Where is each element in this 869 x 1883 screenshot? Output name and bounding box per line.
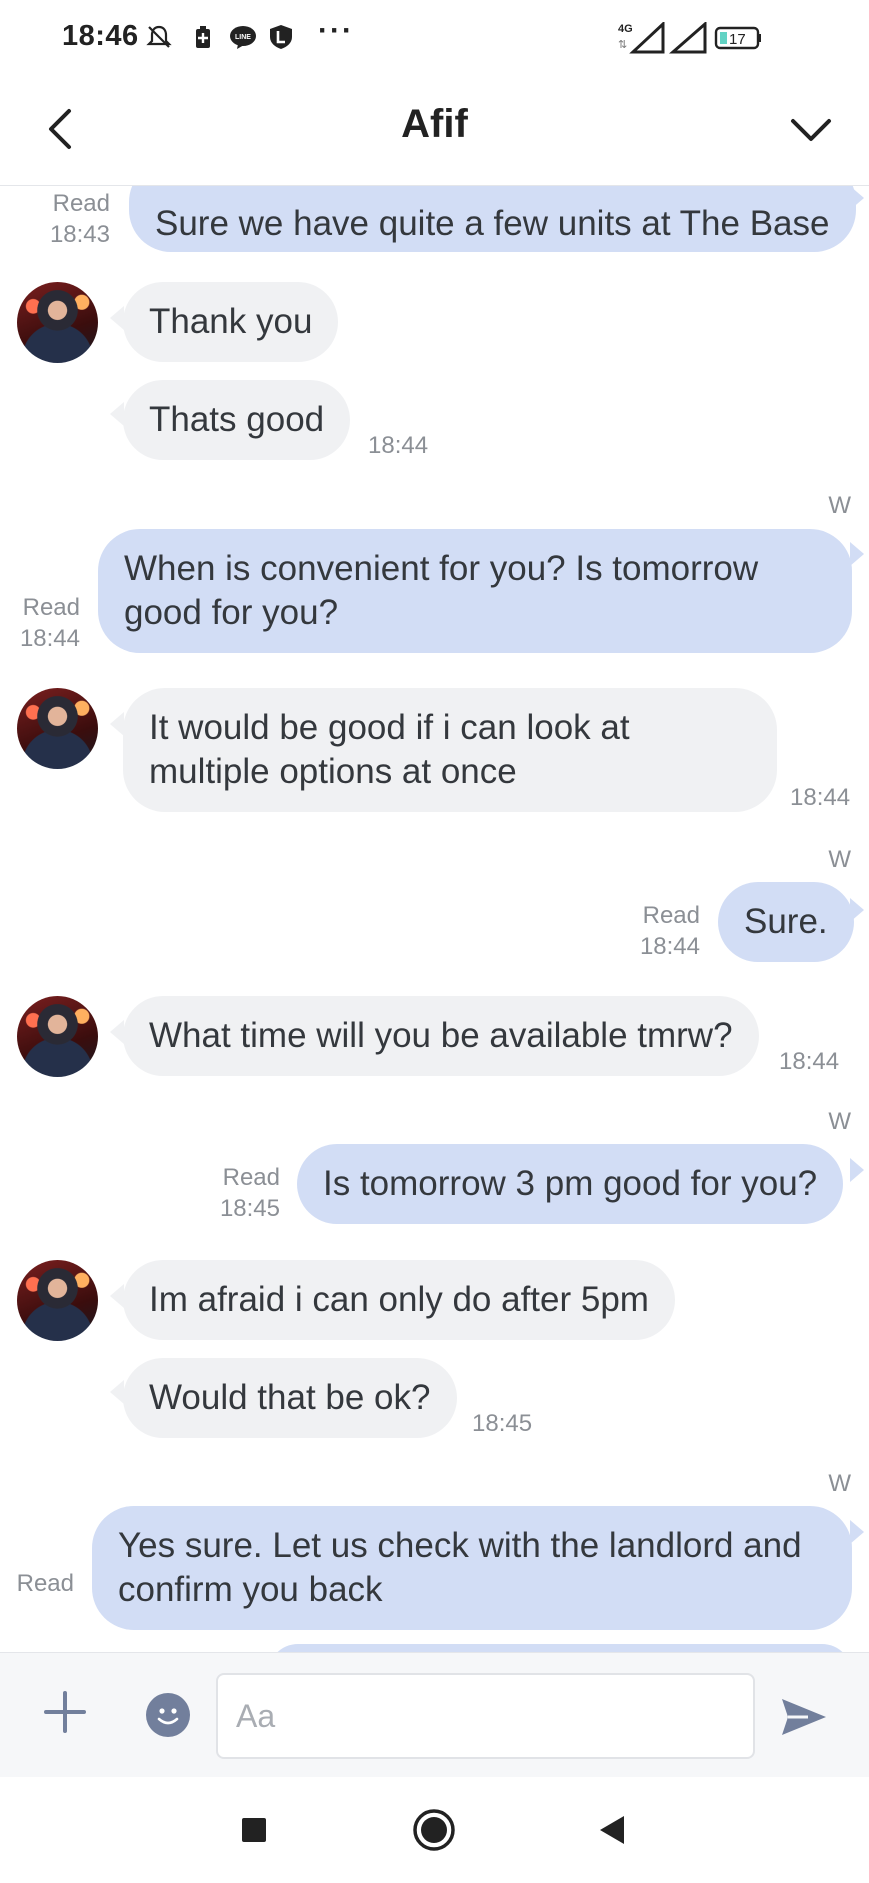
bubble-tail [850, 186, 864, 210]
avatar[interactable] [17, 1260, 98, 1341]
plus-icon[interactable] [40, 1687, 90, 1737]
status-bar: 18:46 LINE ··· 4G ⇅ 17 [0, 0, 869, 78]
message-bubble-incoming[interactable]: Thank you [123, 282, 339, 362]
bubble-tail [110, 1380, 124, 1404]
message-bubble-outgoing[interactable]: Yes sure. Let us check with the landlord… [92, 1506, 852, 1630]
read-receipt: Read 18:44 [639, 902, 700, 960]
avatar[interactable] [17, 688, 98, 769]
system-nav-bar [0, 1777, 869, 1883]
square-icon [242, 1818, 266, 1842]
message-bubble-outgoing[interactable]: Sure we have quite a few units at The Ba… [129, 186, 856, 252]
message-input[interactable] [216, 1673, 755, 1759]
recents-button[interactable] [229, 1805, 279, 1855]
message-bubble-incoming[interactable]: Thats good [123, 380, 351, 460]
smiley-icon [157, 1708, 179, 1725]
bubble-tail [850, 1158, 864, 1182]
message-bubble-outgoing[interactable]: Sure. [718, 882, 854, 962]
bubble-tail [850, 542, 864, 566]
signal-battery-icon: 4G ⇅ 17 [618, 22, 761, 54]
bubble-tail [110, 1020, 124, 1044]
emoji-button[interactable] [146, 1693, 190, 1737]
shield-icon [270, 25, 292, 49]
message-bubble-incoming[interactable]: Im afraid i can only do after 5pm [123, 1260, 675, 1340]
read-receipt: Read [16, 1570, 74, 1597]
message-bubble-incoming[interactable]: Would that be ok? [123, 1358, 457, 1438]
bubble-tail [110, 1284, 124, 1308]
message-time: 18:44 [779, 1048, 840, 1075]
bubble-tail [110, 306, 124, 330]
message-time: 18:44 [790, 784, 851, 811]
message-time: 18:45 [472, 1410, 533, 1437]
sender-initial: W [828, 492, 851, 519]
message-list[interactable]: Read 18:43 Sure we have quite a few units… [0, 186, 869, 1652]
bubble-tail [110, 402, 124, 426]
triangle-back-icon [600, 1816, 624, 1844]
svg-text:4G: 4G [618, 23, 633, 35]
send-icon[interactable] [778, 1693, 830, 1741]
more-notifications-icon: ··· [318, 14, 354, 47]
status-time: 18:46 [62, 20, 139, 52]
chat-menu-button[interactable] [781, 100, 841, 158]
read-receipt: Read 18:43 [49, 190, 110, 248]
message-time: 18:44 [368, 432, 429, 459]
message-bubble-outgoing-partial[interactable] [268, 1644, 852, 1652]
sender-initial: W [828, 846, 851, 873]
message-bubble-outgoing[interactable]: When is convenient for you? Is tomorrow … [98, 529, 852, 653]
svg-text:17: 17 [729, 31, 746, 48]
battery-saver-icon [196, 26, 210, 48]
avatar[interactable] [17, 282, 98, 363]
message-bubble-outgoing[interactable]: Is tomorrow 3 pm good for you? [297, 1144, 844, 1224]
message-bubble-incoming[interactable]: What time will you be available tmrw? [123, 996, 759, 1076]
line-app-icon: LINE [230, 26, 256, 49]
circle-icon [413, 1809, 455, 1851]
svg-text:LINE: LINE [235, 34, 251, 41]
bubble-tail [850, 1520, 864, 1544]
chevron-down-icon [791, 119, 831, 141]
svg-text:⇅: ⇅ [618, 39, 627, 51]
back-nav-button[interactable] [588, 1805, 638, 1855]
bell-off-icon [146, 25, 172, 48]
sender-initial: W [828, 1108, 851, 1135]
message-input-bar [0, 1652, 869, 1777]
bubble-tail [850, 898, 864, 922]
sender-initial: W [828, 1470, 851, 1497]
home-button[interactable] [409, 1805, 459, 1855]
message-bubble-incoming[interactable]: It would be good if i can look at multip… [123, 688, 777, 812]
read-receipt: Read 18:45 [219, 1164, 280, 1222]
avatar[interactable] [17, 996, 98, 1077]
chat-title: Afif [401, 102, 468, 146]
chat-header: Afif [0, 78, 869, 186]
bubble-tail [110, 712, 124, 736]
read-receipt: Read 18:44 [19, 594, 80, 652]
